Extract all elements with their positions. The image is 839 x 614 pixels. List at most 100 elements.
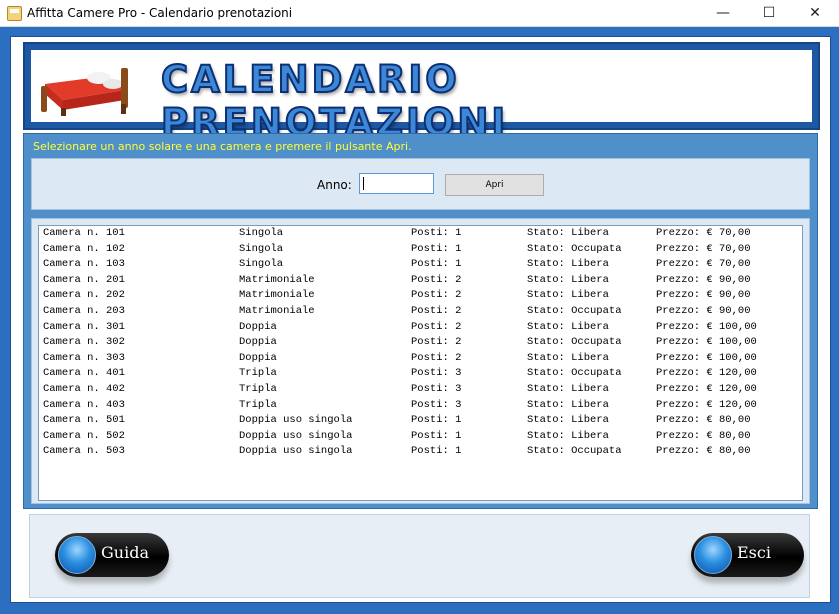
room-prezzo: Prezzo: € 90,00 <box>656 305 751 317</box>
room-stato: Stato: Occupata <box>527 242 622 255</box>
room-camera: Camera n. 101 <box>43 227 125 239</box>
room-posti: Posti: 2 <box>411 305 462 317</box>
room-posti: Posti: 3 <box>411 398 462 411</box>
room-stato: Stato: Occupata <box>527 367 622 380</box>
room-prezzo: Prezzo: € 100,00 <box>656 351 757 364</box>
room-posti: Posti: 1 <box>411 414 462 427</box>
room-stato: Stato: Libera <box>527 383 609 395</box>
room-list-panel: Camera n. 101 Singola Posti: 1 Stato: Liber… <box>31 218 810 504</box>
list-item[interactable]: Camera n. 302 Doppia Posti: 2 Stato: Occupa… <box>39 336 799 352</box>
room-prezzo: Prezzo: € 70,00 <box>656 227 751 239</box>
room-tipo: Tripla <box>239 367 277 380</box>
room-prezzo: Prezzo: € 100,00 <box>656 336 757 349</box>
app-icon <box>7 6 22 21</box>
room-camera: Camera n. 203 <box>43 305 125 317</box>
room-prezzo: Prezzo: € 90,00 <box>656 273 751 286</box>
list-item[interactable]: Camera n. 403 Tripla Posti: 3 Stato: Libera… <box>39 399 799 415</box>
bed-icon <box>41 68 128 116</box>
room-camera: Camera n. 201 <box>43 273 125 286</box>
room-posti: Posti: 3 <box>411 383 462 395</box>
room-stato: Stato: Libera <box>527 429 609 442</box>
room-tipo: Doppia <box>239 351 277 364</box>
room-camera: Camera n. 501 <box>43 414 125 427</box>
room-camera: Camera n. 502 <box>43 429 125 442</box>
list-item[interactable]: Camera n. 203 Matrimoniale Posti: 2 Stato: … <box>39 305 799 321</box>
maximize-button[interactable]: ☐ <box>746 0 792 26</box>
close-button[interactable]: ✕ <box>792 0 838 26</box>
list-item[interactable]: Camera n. 201 Matrimoniale Posti: 2 Stato: … <box>39 274 799 290</box>
room-tipo: Singola <box>239 258 284 271</box>
list-item[interactable]: Camera n. 502 Doppia uso singola Posti: 1 S… <box>39 430 799 446</box>
list-item[interactable]: Camera n. 101 Singola Posti: 1 Stato: Liber… <box>39 227 799 243</box>
room-prezzo: Prezzo: € 70,00 <box>656 258 751 271</box>
room-prezzo: Prezzo: € 100,00 <box>656 320 757 333</box>
list-item[interactable]: Camera n. 303 Doppia Posti: 2 Stato: Libera… <box>39 352 799 368</box>
room-stato: Stato: Occupata <box>527 336 622 349</box>
room-tipo: Singola <box>239 242 284 255</box>
room-posti: Posti: 2 <box>411 273 462 286</box>
guida-label: Guida <box>101 543 149 562</box>
room-prezzo: Prezzo: € 80,00 <box>656 445 751 458</box>
room-tipo: Matrimoniale <box>239 273 315 286</box>
room-camera: Camera n. 401 <box>43 367 125 380</box>
room-tipo: Doppia uso singola <box>239 414 353 427</box>
room-camera: Camera n. 102 <box>43 242 125 255</box>
room-tipo: Doppia <box>239 336 277 349</box>
room-posti: Posti: 2 <box>411 336 462 349</box>
room-stato: Stato: Libera <box>527 414 609 427</box>
room-stato: Stato: Occupata <box>527 305 622 317</box>
room-camera: Camera n. 202 <box>43 289 125 302</box>
list-item[interactable]: Camera n. 202 Matrimoniale Posti: 2 Stato: … <box>39 289 799 305</box>
blue-orb-icon <box>694 536 732 574</box>
header-banner: CALENDARIO PRENOTAZIONI <box>23 42 820 145</box>
main-panel: Selezionare un anno solare e una camera … <box>23 133 818 509</box>
room-posti: Posti: 1 <box>411 258 462 271</box>
room-prezzo: Prezzo: € 90,00 <box>656 289 751 302</box>
content-frame: CALENDARIO PRENOTAZIONI Selezionare un a… <box>10 36 831 603</box>
room-tipo: Doppia <box>239 320 277 333</box>
list-item[interactable]: Camera n. 501 Doppia uso singola Posti: 1 S… <box>39 414 799 430</box>
list-item[interactable]: Camera n. 401 Tripla Posti: 3 Stato: Occupa… <box>39 367 799 383</box>
room-prezzo: Prezzo: € 120,00 <box>656 383 757 395</box>
room-camera: Camera n. 103 <box>43 258 125 271</box>
esci-button[interactable]: Esci <box>691 533 804 577</box>
room-posti: Posti: 2 <box>411 320 462 333</box>
room-stato: Stato: Occupata <box>527 445 622 458</box>
minimize-button[interactable]: — <box>700 0 746 26</box>
header-inner: CALENDARIO PRENOTAZIONI <box>31 50 812 145</box>
anno-input[interactable] <box>359 173 434 194</box>
window-title: Affitta Camere Pro - Calendario prenotaz… <box>27 6 293 20</box>
room-posti: Posti: 3 <box>411 367 462 380</box>
room-prezzo: Prezzo: € 120,00 <box>656 398 757 411</box>
room-prezzo: Prezzo: € 120,00 <box>656 367 757 380</box>
room-tipo: Doppia uso singola <box>239 445 353 458</box>
app-window: Affitta Camere Pro - Calendario prenotaz… <box>0 0 839 614</box>
room-tipo: Tripla <box>239 398 277 411</box>
room-posti: Posti: 1 <box>411 242 462 255</box>
room-tipo: Singola <box>239 227 284 239</box>
room-tipo: Tripla <box>239 383 277 395</box>
apri-button[interactable]: Apri <box>445 174 544 196</box>
room-list[interactable]: Camera n. 101 Singola Posti: 1 Stato: Liber… <box>38 225 803 501</box>
room-posti: Posti: 2 <box>411 289 462 302</box>
list-item[interactable]: Camera n. 503 Doppia uso singola Posti: 1 S… <box>39 445 799 461</box>
room-camera: Camera n. 503 <box>43 445 125 458</box>
room-prezzo: Prezzo: € 70,00 <box>656 242 751 255</box>
list-item[interactable]: Camera n. 301 Doppia Posti: 2 Stato: Libera… <box>39 321 799 337</box>
list-item[interactable]: Camera n. 102 Singola Posti: 1 Stato: Occup… <box>39 243 799 259</box>
room-camera: Camera n. 301 <box>43 320 125 333</box>
list-item[interactable]: Camera n. 402 Tripla Posti: 3 Stato: Libera… <box>39 383 799 399</box>
page-title: CALENDARIO PRENOTAZIONI <box>160 57 509 145</box>
room-stato: Stato: Libera <box>527 227 609 239</box>
room-stato: Stato: Libera <box>527 273 609 286</box>
esci-label: Esci <box>737 543 771 562</box>
room-camera: Camera n. 402 <box>43 383 125 395</box>
room-camera: Camera n. 403 <box>43 398 125 411</box>
guida-button[interactable]: Guida <box>55 533 169 577</box>
room-stato: Stato: Libera <box>527 320 609 333</box>
room-posti: Posti: 2 <box>411 351 462 364</box>
list-item[interactable]: Camera n. 103 Singola Posti: 1 Stato: Liber… <box>39 258 799 274</box>
room-stato: Stato: Libera <box>527 258 609 271</box>
room-stato: Stato: Libera <box>527 351 609 364</box>
room-camera: Camera n. 302 <box>43 336 125 349</box>
